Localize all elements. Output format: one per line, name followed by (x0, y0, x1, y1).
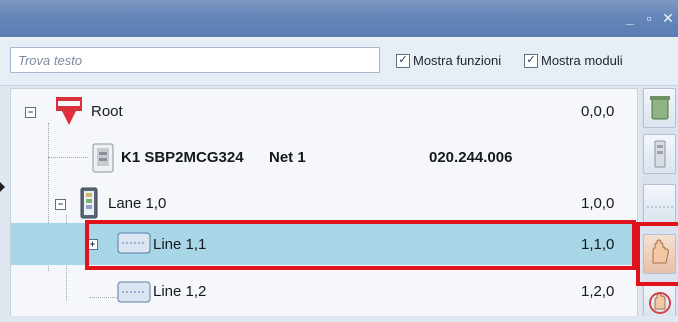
hand-icon (652, 239, 669, 264)
collapse-arrow-icon[interactable] (0, 182, 5, 192)
hand-button[interactable] (643, 234, 676, 274)
module-address: 020.244.006 (429, 149, 513, 166)
show-modules-checkbox[interactable]: ✓ Mostra moduli (524, 53, 623, 68)
hand-refresh-icon (649, 292, 671, 314)
checkmark-icon[interactable]: ✓ (396, 53, 410, 68)
tree-row-line-1-1[interactable]: + Line 1,1 1,1,0 (11, 223, 637, 265)
show-functions-checkbox[interactable]: ✓ Mostra funzioni (396, 53, 501, 68)
tree-row-root[interactable]: − Root 0,0,0 (11, 89, 637, 135)
tree-row-lane[interactable]: − Lane 1,0 1,0,0 (11, 181, 637, 227)
collapse-toggle-icon[interactable]: − (25, 107, 36, 118)
search-input[interactable] (10, 47, 380, 73)
node-address: 1,0,0 (581, 195, 615, 212)
minimize-icon[interactable]: _ (624, 10, 636, 26)
device-icon (654, 140, 666, 168)
tree-row-module[interactable]: K1 SBP2MCG324 Net 1 020.244.006 (11, 135, 637, 181)
module-net: Net 1 (269, 149, 306, 166)
tree-node-label: Line 1,1 (153, 236, 207, 253)
close-icon[interactable]: ✕ (662, 10, 674, 26)
module-name: K1 SBP2MCG324 (121, 149, 244, 166)
device-button[interactable] (643, 134, 676, 174)
hand-refresh-button[interactable] (643, 282, 676, 316)
toolbar: ✓ Mostra funzioni ✓ Mostra moduli (0, 37, 678, 86)
expand-toggle-icon[interactable]: + (87, 239, 98, 250)
delete-button[interactable] (643, 88, 676, 128)
maximize-icon[interactable]: ▫ (643, 10, 655, 26)
tree-node-label: Root (91, 103, 123, 120)
module-tree: − Root 0,0,0 K1 SBP2MCG324 Net 1 020.244… (10, 88, 638, 316)
window-titlebar: _ ▫ ✕ (0, 0, 678, 37)
line-icon (117, 232, 151, 254)
show-modules-label: Mostra moduli (541, 53, 623, 68)
trash-icon (650, 96, 670, 120)
line-icon (647, 206, 673, 208)
line-icon (117, 281, 151, 303)
node-address: 0,0,0 (581, 103, 615, 120)
node-address: 1,2,0 (581, 283, 615, 300)
tree-row-line-1-2[interactable]: Line 1,2 1,2,0 (11, 269, 637, 315)
node-address: 1,1,0 (581, 236, 615, 253)
line-button[interactable] (643, 184, 676, 224)
root-network-icon (55, 96, 83, 126)
window-controls: _ ▫ ✕ (624, 10, 674, 26)
side-toolbar (641, 88, 678, 316)
tree-node-label: Lane 1,0 (108, 195, 167, 212)
checkmark-icon[interactable]: ✓ (524, 53, 538, 68)
lane-icon (80, 187, 98, 219)
module-device-icon (92, 143, 114, 173)
tree-node-label: Line 1,2 (153, 283, 207, 300)
collapse-toggle-icon[interactable]: − (55, 199, 66, 210)
show-functions-label: Mostra funzioni (413, 53, 502, 68)
